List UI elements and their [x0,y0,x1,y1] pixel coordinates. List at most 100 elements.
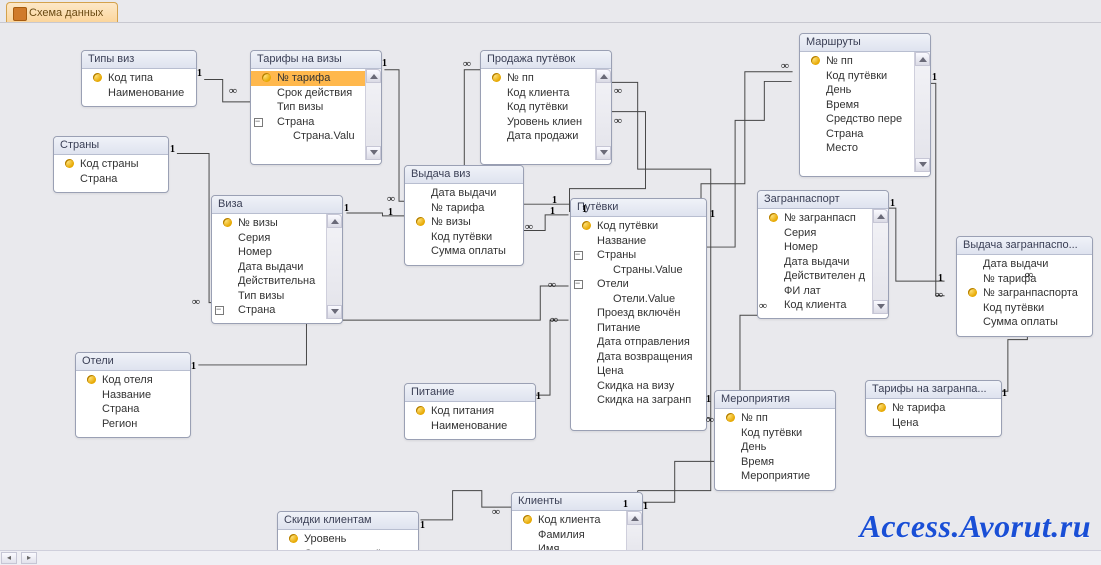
field[interactable]: Время [715,455,835,470]
field[interactable]: Дата возвращения [571,350,706,365]
field[interactable]: Цена [866,416,1001,431]
field[interactable]: Дата выдачи [758,255,872,270]
field[interactable]: Дата продажи [481,129,595,144]
field-pk[interactable]: № пп [800,54,914,69]
table-header[interactable]: Скидки клиентам [278,512,418,530]
table-t5[interactable]: СтраныКод страныСтрана [53,136,169,193]
field[interactable]: Скидка на визу [571,379,706,394]
field-pk[interactable]: Уровень [278,532,418,547]
field[interactable]: Страна [800,127,914,142]
field[interactable]: Серия [212,231,326,246]
field-pk[interactable]: Код отеля [76,373,190,388]
table-t10[interactable]: Выдача загранпаспо...Дата выдачи№ тарифа… [956,236,1093,337]
field[interactable]: Название [571,234,706,249]
scroll-up-icon[interactable] [327,214,342,228]
table-header[interactable]: Отели [76,353,190,371]
scrollbar[interactable] [914,52,930,172]
field[interactable]: Место [800,141,914,156]
field[interactable]: Страна [251,115,365,130]
scrollbar[interactable] [872,209,888,314]
table-header[interactable]: Продажа путёвок [481,51,611,69]
field[interactable]: Страна [76,402,190,417]
relationships-canvas[interactable]: Access.Avorut.ru Типы визКод типаНаимено… [0,23,1101,551]
field[interactable]: Сумма оплаты [957,315,1092,330]
table-t14[interactable]: Тарифы на загранпа... № тарифаЦена [865,380,1002,437]
nav-next-button[interactable]: ▸ [21,552,37,564]
field[interactable]: Страна [212,303,326,318]
field-pk[interactable]: № тарифа [866,401,1001,416]
scroll-down-icon[interactable] [327,305,342,319]
field[interactable]: Дата выдачи [212,260,326,275]
field[interactable]: ФИ лат [758,284,872,299]
field[interactable]: Дата выдачи [405,186,523,201]
field-pk[interactable]: Код типа [82,71,196,86]
field-pk[interactable]: № загранпаспорта [957,286,1092,301]
scroll-down-icon[interactable] [873,300,888,314]
table-header[interactable]: Страны [54,137,168,155]
table-t7[interactable]: Виза№ визыСерияНомерДата выдачиДействите… [211,195,343,324]
scroll-up-icon[interactable] [915,52,930,66]
scrollbar[interactable] [326,214,342,319]
field[interactable]: Уровень клиен [481,115,595,130]
table-t6[interactable]: Выдача визДата выдачи№ тарифа№ визыКод п… [404,165,524,266]
field[interactable]: Срок действия [251,86,365,101]
table-header[interactable]: Тарифы на загранпа... [866,381,1001,399]
field[interactable]: Питание [571,321,706,336]
field-pk[interactable]: Код путёвки [571,219,706,234]
table-t4[interactable]: Маршруты№ ппКод путёвкиДеньВремяСредство… [799,33,931,177]
scroll-up-icon[interactable] [366,69,381,83]
table-t11[interactable]: ОтелиКод отеляНазваниеСтранаРегион [75,352,191,438]
scrollbar[interactable] [595,69,611,160]
field[interactable]: Время [800,98,914,113]
table-t12[interactable]: Питание Код питанияНаименование [404,383,536,440]
field[interactable]: Средство пере [800,112,914,127]
field[interactable]: Цена [571,364,706,379]
field[interactable]: Дата отправления [571,335,706,350]
field[interactable]: Номер [758,240,872,255]
field[interactable]: Серия [758,226,872,241]
table-t2[interactable]: Тарифы на визы № тарифаСрок действияТип в… [250,50,382,165]
table-header[interactable]: Виза [212,196,342,214]
field[interactable]: № тарифа [405,201,523,216]
field[interactable]: Код путёвки [957,301,1092,316]
field[interactable]: Код клиента [758,298,872,313]
table-header[interactable]: Питание [405,384,535,402]
scroll-up-icon[interactable] [627,511,642,525]
field-pk[interactable]: № тарифа [251,71,365,86]
field[interactable]: Действительна [212,274,326,289]
field[interactable]: Наименование [405,419,535,434]
field[interactable]: Страна.Valu [251,129,365,144]
field-pk[interactable]: Код клиента [512,513,626,528]
field-pk[interactable]: № пп [481,71,595,86]
field[interactable]: Страны.Value [571,263,706,278]
table-t9[interactable]: Загранпаспорт№ загранпаспСерияНомерДата … [757,190,889,319]
schema-tab[interactable]: Схема данных [6,2,118,23]
table-header[interactable]: Тарифы на визы [251,51,381,69]
field[interactable]: Тип визы [251,100,365,115]
field[interactable]: Проезд включён [571,306,706,321]
field[interactable]: Сумма оплаты [405,244,523,259]
field-pk[interactable]: № визы [405,215,523,230]
field[interactable]: Фамилия [512,528,626,543]
field[interactable]: Скидка на загранп [571,393,706,408]
field[interactable]: Код путёвки [481,100,595,115]
scroll-up-icon[interactable] [596,69,611,83]
scroll-down-icon[interactable] [596,146,611,160]
field[interactable]: Код путёвки [800,69,914,84]
field[interactable]: Тип визы [212,289,326,304]
scroll-down-icon[interactable] [366,146,381,160]
table-t1[interactable]: Типы визКод типаНаименование [81,50,197,107]
table-header[interactable]: Мероприятия [715,391,835,409]
field-pk[interactable]: Код питания [405,404,535,419]
field[interactable]: Регион [76,417,190,432]
table-t13[interactable]: Мероприятия№ ппКод путёвкиДеньВремяМероп… [714,390,836,491]
field[interactable]: Код клиента [481,86,595,101]
field[interactable]: Номер [212,245,326,260]
scrollbar[interactable] [365,69,381,160]
nav-prev-button[interactable]: ◂ [1,552,17,564]
scroll-down-icon[interactable] [915,158,930,172]
table-header[interactable]: Путёвки [571,199,706,217]
table-header[interactable]: Загранпаспорт [758,191,888,209]
field[interactable]: Мероприятие [715,469,835,484]
field-pk[interactable]: № пп [715,411,835,426]
